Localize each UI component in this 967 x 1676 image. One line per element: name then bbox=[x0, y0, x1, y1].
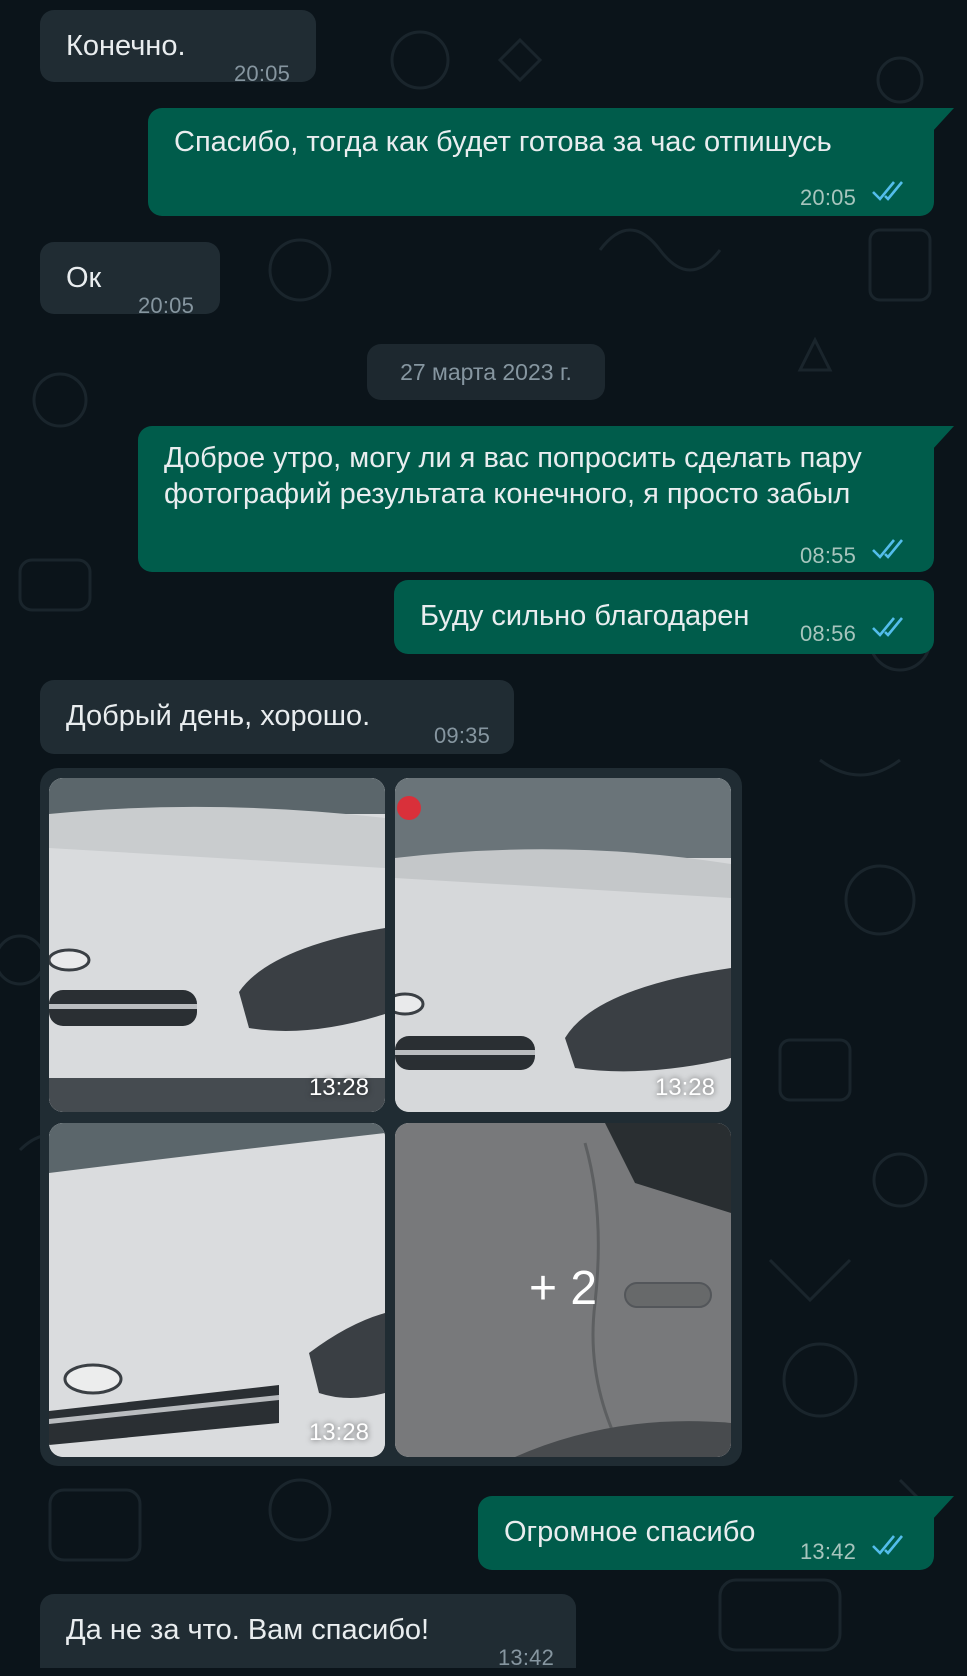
message-text: Да не за что. Вам спасибо! bbox=[66, 1614, 430, 1646]
album-photo[interactable]: 13:28 bbox=[395, 778, 731, 1112]
message-time: 08:56 bbox=[800, 621, 857, 646]
message-text: Добрый день, хорошо. bbox=[66, 700, 371, 732]
message-text: Огромное спасибо bbox=[504, 1516, 756, 1548]
message-time: 09:35 bbox=[434, 723, 491, 748]
message-time: 13:42 bbox=[800, 1539, 857, 1564]
outgoing-message[interactable]: Огромное спасибо 13:42 bbox=[478, 1496, 954, 1570]
double-check-icon bbox=[872, 1535, 904, 1555]
photo-album[interactable]: 13:28 13:28 13:28 + 2 bbox=[40, 768, 742, 1466]
message-text: Спасибо, тогда как будет готова за час о… bbox=[174, 126, 832, 158]
incoming-message[interactable]: Добрый день, хорошо. 09:35 bbox=[40, 680, 514, 754]
message-time: 20:05 bbox=[234, 61, 291, 86]
bubble-tail bbox=[932, 108, 954, 132]
date-separator: 27 марта 2023 г. bbox=[367, 344, 605, 400]
photo-time: 13:28 bbox=[654, 1074, 715, 1101]
message-time: 08:55 bbox=[800, 543, 857, 568]
message-text: Конечно. bbox=[66, 30, 186, 62]
album-photo[interactable]: 13:28 bbox=[49, 778, 385, 1112]
outgoing-message[interactable]: Спасибо, тогда как будет готова за час о… bbox=[148, 108, 954, 216]
message-time: 13:42 bbox=[498, 1645, 555, 1670]
album-more-photos[interactable]: + 2 bbox=[395, 1123, 731, 1457]
double-check-icon bbox=[872, 617, 904, 637]
photo-time: 13:28 bbox=[308, 1419, 369, 1446]
outgoing-message[interactable]: Доброе утро, могу ли я вас попросить сде… bbox=[138, 426, 954, 572]
album-photo[interactable]: 13:28 bbox=[49, 1123, 385, 1457]
incoming-message[interactable]: Ок 20:05 bbox=[40, 242, 220, 318]
car-photo-image bbox=[49, 1123, 385, 1457]
incoming-message[interactable]: Конечно. 20:05 bbox=[40, 10, 316, 86]
message-time: 20:05 bbox=[138, 293, 195, 318]
message-time: 20:05 bbox=[800, 185, 857, 210]
car-photo-image bbox=[49, 778, 385, 1112]
outgoing-message[interactable]: Буду сильно благодарен 08:56 bbox=[394, 580, 934, 654]
more-photos-count: + 2 bbox=[528, 1262, 598, 1315]
double-check-icon bbox=[872, 181, 904, 201]
message-text: Буду сильно благодарен bbox=[420, 600, 750, 632]
bubble-tail bbox=[932, 426, 954, 450]
bubble-tail bbox=[932, 1496, 954, 1520]
photo-time: 13:28 bbox=[308, 1074, 369, 1101]
message-text: Доброе утро, могу ли я вас попросить сде… bbox=[164, 442, 862, 510]
double-check-icon bbox=[872, 539, 904, 559]
car-photo-image bbox=[395, 778, 731, 1112]
message-text: Ок bbox=[66, 262, 102, 294]
incoming-message[interactable]: Да не за что. Вам спасибо! 13:42 bbox=[40, 1594, 576, 1670]
